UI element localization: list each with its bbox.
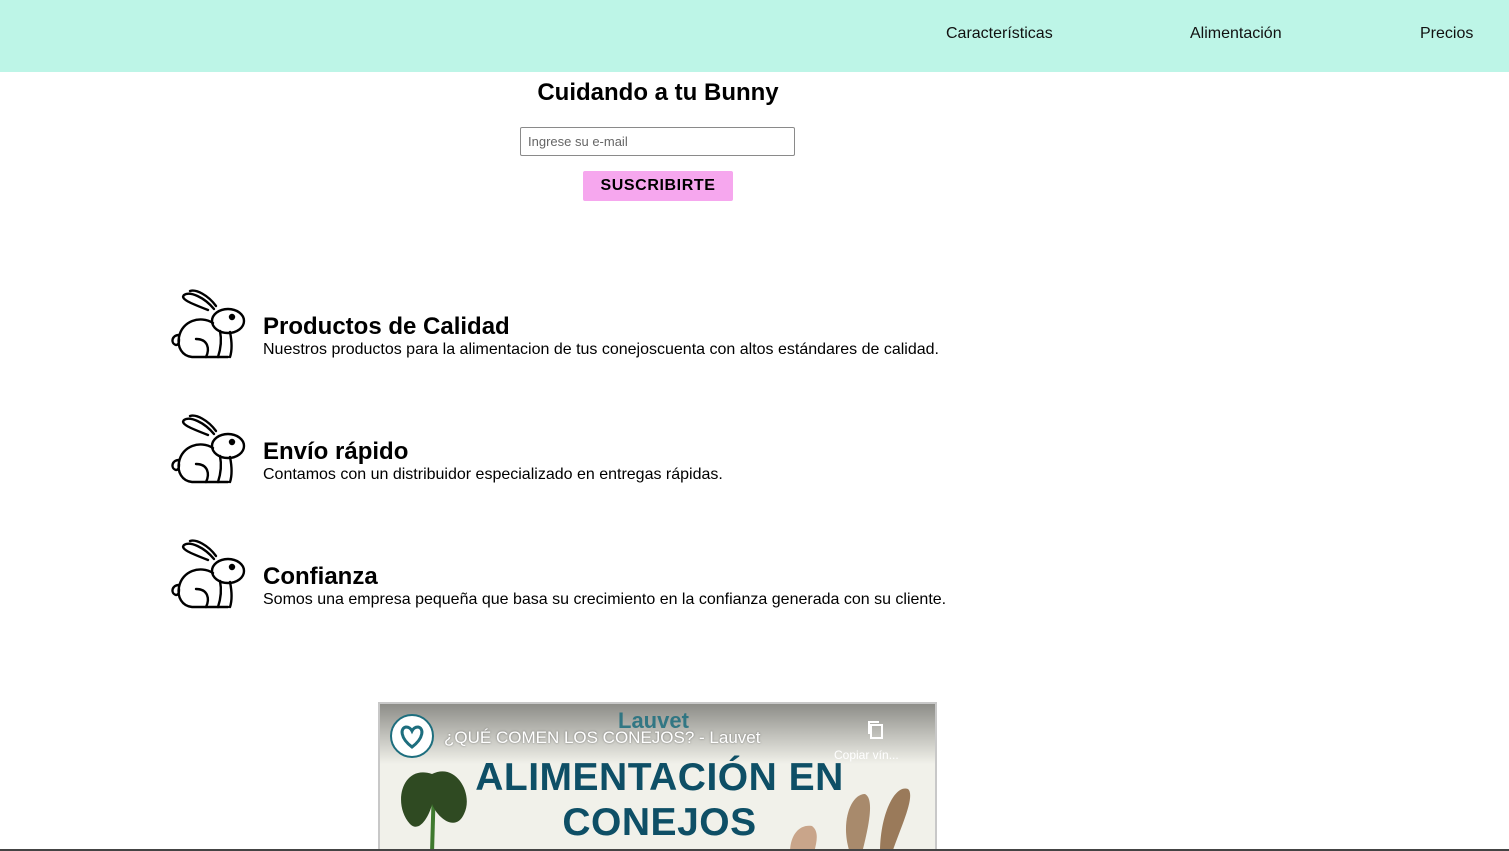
email-input[interactable] bbox=[520, 127, 795, 156]
feature-description: Nuestros productos para la alimentacion … bbox=[263, 341, 939, 358]
feature-title: Productos de Calidad bbox=[263, 313, 510, 340]
rabbit-icon bbox=[171, 414, 246, 484]
subscribe-button[interactable]: SUSCRIBIRTE bbox=[583, 171, 733, 201]
channel-avatar[interactable] bbox=[390, 714, 434, 758]
embedded-video[interactable]: Lauvet ¿QUÉ COMEN LOS CONEJOS? - Lauvet … bbox=[378, 702, 937, 851]
nav-link-precios[interactable]: Precios bbox=[1420, 25, 1473, 43]
feature-title: Envío rápido bbox=[263, 438, 409, 465]
feature-item: Productos de Calidad Nuestros productos … bbox=[170, 287, 970, 359]
feature-title: Confianza bbox=[263, 563, 378, 590]
nav-link-alimentacion[interactable]: Alimentación bbox=[1190, 25, 1282, 43]
video-title[interactable]: ¿QUÉ COMEN LOS CONEJOS? - Lauvet bbox=[444, 728, 760, 748]
thumbnail-heading-line2: CONEJOS bbox=[562, 801, 757, 844]
nav-link-caracteristicas[interactable]: Características bbox=[946, 25, 1053, 43]
thumbnail-heading-line1: ALIMENTACIÓN EN bbox=[475, 756, 844, 799]
page-title: Cuidando a tu Bunny bbox=[537, 79, 779, 106]
feature-item: Envío rápido Contamos con un distribuido… bbox=[170, 412, 970, 484]
copy-link-icon[interactable] bbox=[864, 718, 888, 742]
feature-item: Confianza Somos una empresa pequeña que … bbox=[170, 537, 970, 609]
rabbit-icon bbox=[171, 539, 246, 609]
rabbit-icon bbox=[171, 289, 246, 359]
top-navbar: Características Alimentación Precios bbox=[0, 0, 1509, 72]
heart-logo-icon bbox=[400, 725, 424, 749]
feature-description: Somos una empresa pequeña que basa su cr… bbox=[263, 591, 947, 608]
feature-description: Contamos con un distribuidor especializa… bbox=[263, 466, 723, 483]
